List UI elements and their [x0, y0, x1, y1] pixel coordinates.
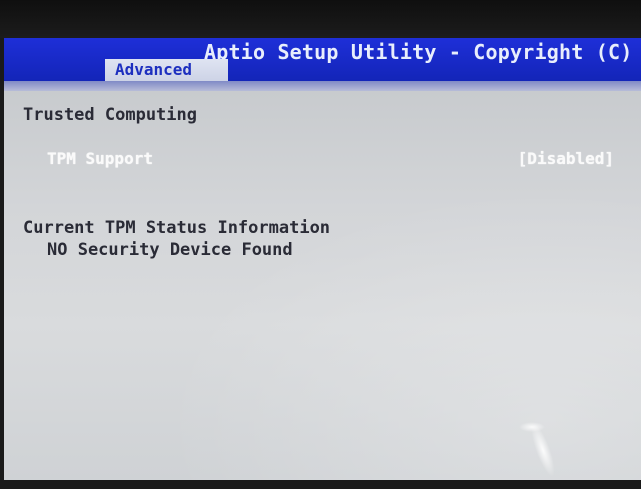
status-section-title: Current TPM Status Information — [23, 218, 331, 238]
setting-label: TPM Support — [47, 149, 153, 168]
monitor-bezel-bottom — [0, 480, 641, 489]
utility-title: Aptio Setup Utility - Copyright (C) — [204, 40, 633, 64]
bios-screen: Aptio Setup Utility - Copyright (C) Adva… — [0, 0, 641, 489]
tpm-support-setting[interactable]: TPM Support [Disabled] — [42, 147, 624, 171]
settings-panel: Trusted Computing TPM Support [Disabled]… — [4, 91, 641, 480]
screen-glare-streak — [526, 421, 560, 479]
bios-header: Aptio Setup Utility - Copyright (C) Adva… — [4, 38, 641, 81]
setting-value[interactable]: [Disabled] — [518, 149, 614, 168]
tpm-status-value: NO Security Device Found — [47, 240, 293, 260]
header-divider — [4, 81, 641, 91]
section-title: Trusted Computing — [23, 105, 197, 125]
tab-advanced[interactable]: Advanced — [105, 59, 228, 81]
monitor-bezel-top — [0, 0, 641, 38]
